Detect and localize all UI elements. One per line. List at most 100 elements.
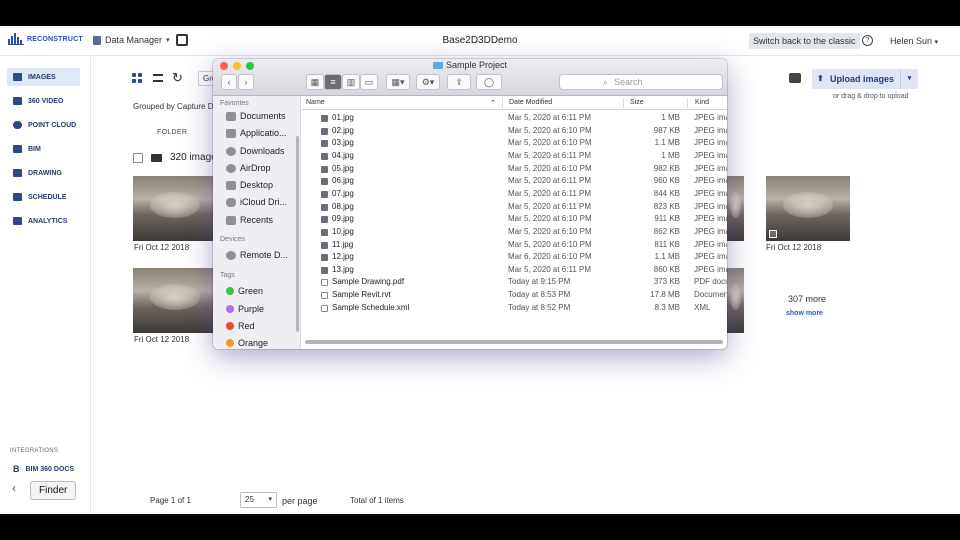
- upload-images-button[interactable]: Upload images ▾: [812, 69, 918, 89]
- file-date: Mar 5, 2020 at 6:11 PM: [508, 188, 592, 198]
- sidebar-item-airdrop[interactable]: AirDrop: [226, 163, 271, 173]
- list-view-button[interactable]: ≡: [324, 74, 342, 90]
- sidebar-item-schedule[interactable]: SCHEDULE: [7, 188, 80, 206]
- icon-view-button[interactable]: ▦: [306, 74, 324, 90]
- list-view-icon[interactable]: [153, 74, 163, 82]
- page-indicator: Page 1 of 1: [150, 496, 191, 505]
- integrations-heading: INTEGRATIONS: [10, 448, 59, 454]
- image-thumbnail[interactable]: [133, 176, 217, 241]
- column-view-button[interactable]: ▥: [342, 74, 360, 90]
- document-file-icon: [321, 304, 328, 312]
- tags-heading: Tags: [220, 272, 235, 279]
- file-date: Mar 5, 2020 at 6:11 PM: [508, 201, 592, 211]
- file-row[interactable]: 05.jpg Mar 5, 2020 at 6:10 PM 982 KB JPEG i…: [302, 163, 727, 176]
- file-row[interactable]: 02.jpg Mar 5, 2020 at 6:10 PM 987 KB JPEG i…: [302, 125, 727, 138]
- sidebar-item-downloads[interactable]: Downloads: [226, 146, 285, 156]
- share-icon[interactable]: ⇪: [447, 74, 471, 90]
- file-row[interactable]: 01.jpg Mar 5, 2020 at 6:11 PM 1 MB JPEG ima: [302, 112, 727, 125]
- sidebar-item-icloud[interactable]: iCloud Dri...: [226, 197, 287, 207]
- file-size: 17.8 MB: [650, 290, 680, 300]
- sidebar-item-remote-disc[interactable]: Remote D...: [226, 250, 288, 260]
- drawing-icon: [13, 169, 22, 177]
- column-header-size[interactable]: Size: [630, 99, 644, 106]
- file-row[interactable]: 07.jpg Mar 5, 2020 at 6:11 PM 844 KB JPEG i…: [302, 188, 727, 201]
- file-size: 960 KB: [653, 176, 680, 186]
- sidebar-item-bim[interactable]: BIM: [7, 140, 80, 158]
- cloud-icon: [226, 197, 236, 207]
- finder-search-input[interactable]: Search: [559, 74, 723, 90]
- help-icon[interactable]: ?: [862, 35, 873, 46]
- folder-checkbox[interactable]: [133, 152, 143, 163]
- forward-button[interactable]: ›: [238, 74, 254, 90]
- sidebar-item-point-cloud[interactable]: POINT CLOUD: [7, 116, 80, 134]
- image-thumbnail[interactable]: [766, 176, 850, 241]
- file-row[interactable]: 04.jpg Mar 5, 2020 at 6:11 PM 1 MB JPEG ima: [302, 150, 727, 163]
- file-row[interactable]: 08.jpg Mar 5, 2020 at 6:11 PM 823 KB JPEG i…: [302, 201, 727, 214]
- horizontal-scrollbar[interactable]: [305, 340, 723, 344]
- file-name: 08.jpg: [332, 201, 354, 211]
- grid-view-icon[interactable]: [132, 73, 142, 83]
- group-button[interactable]: ▦▾: [386, 74, 410, 90]
- image-thumbnail[interactable]: [133, 268, 217, 333]
- thumbnail-checkbox[interactable]: [769, 230, 777, 238]
- sidebar-item-label: Applicatio...: [240, 128, 287, 138]
- gallery-view-button[interactable]: ▭: [360, 74, 378, 90]
- image-thumbnail[interactable]: [727, 268, 744, 333]
- show-more-link[interactable]: show more: [786, 310, 823, 317]
- file-row[interactable]: 03.jpg Mar 5, 2020 at 6:10 PM 1.1 MB JPEG i…: [302, 137, 727, 150]
- app-screen: RECONSTRUCT Data Manager ▾ Base2D3DDemo …: [0, 26, 960, 514]
- sidebar-item-tag-red[interactable]: Red: [226, 321, 255, 331]
- sidebar-item-label: DRAWING: [28, 169, 62, 177]
- sidebar-item-tag-purple[interactable]: Purple: [226, 304, 264, 314]
- sidebar-item-applications[interactable]: Applicatio...: [226, 128, 287, 138]
- file-kind: XML: [694, 302, 711, 312]
- file-name: 10.jpg: [332, 226, 354, 236]
- column-header-date[interactable]: Date Modified: [509, 99, 552, 106]
- file-row[interactable]: 10.jpg Mar 5, 2020 at 6:10 PM 862 KB JPEG i…: [302, 226, 727, 239]
- finder-window[interactable]: Sample Project ‹ › ▦ ≡ ▥ ▭ ▦▾ ⚙▾ ⇪ ◯ Sea…: [213, 59, 727, 349]
- file-row[interactable]: 06.jpg Mar 5, 2020 at 6:11 PM 960 KB JPEG i…: [302, 175, 727, 188]
- per-page-select[interactable]: 25: [240, 492, 277, 508]
- user-menu[interactable]: Helen Sun ▾: [890, 36, 938, 46]
- file-size: 811 KB: [654, 239, 680, 249]
- sidebar-item-images[interactable]: IMAGES: [7, 68, 80, 86]
- camera-icon[interactable]: [789, 73, 801, 83]
- image-thumbnail[interactable]: [727, 176, 744, 241]
- file-row[interactable]: 11.jpg Mar 5, 2020 at 6:10 PM 811 KB JPEG i…: [302, 239, 727, 252]
- refresh-icon[interactable]: ↻: [172, 70, 183, 86]
- sidebar-item-tag-orange[interactable]: Orange: [226, 338, 268, 348]
- sidebar-item-bim360-docs[interactable]: B BIM 360 DOCS: [13, 464, 74, 474]
- file-kind: PDF docu: [694, 277, 727, 287]
- collapse-sidebar-icon[interactable]: ‹: [12, 481, 16, 495]
- sort-chevron-icon: ⌃: [490, 100, 496, 107]
- column-header-kind[interactable]: Kind: [695, 99, 709, 106]
- video-icon: [13, 97, 22, 105]
- file-row[interactable]: Sample Revit.rvt Today at 8:53 PM 17.8 MB D…: [302, 289, 727, 302]
- file-row[interactable]: 13.jpg Mar 5, 2020 at 6:11 PM 860 KB JPEG i…: [302, 264, 727, 277]
- sidebar-scrollbar[interactable]: [296, 136, 299, 332]
- sidebar-item-recents[interactable]: Recents: [226, 215, 273, 225]
- tag-icon[interactable]: ◯: [476, 74, 502, 90]
- bim-icon: [13, 145, 22, 153]
- user-name: Helen Sun: [890, 36, 933, 46]
- back-button[interactable]: ‹: [221, 74, 237, 90]
- image-file-icon: [321, 241, 328, 249]
- action-gear-icon[interactable]: ⚙▾: [416, 74, 440, 90]
- upload-dropdown-icon[interactable]: ▾: [900, 69, 918, 89]
- file-row[interactable]: 09.jpg Mar 5, 2020 at 6:10 PM 911 KB JPEG i…: [302, 213, 727, 226]
- sidebar-item-desktop[interactable]: Desktop: [226, 180, 273, 190]
- sidebar-item-documents[interactable]: Documents: [226, 111, 286, 121]
- file-row[interactable]: 12.jpg Mar 6, 2020 at 6:10 PM 1.1 MB JPEG i…: [302, 251, 727, 264]
- file-kind: JPEG ima: [694, 252, 727, 262]
- top-bar: RECONSTRUCT Data Manager ▾ Base2D3DDemo …: [0, 26, 960, 56]
- switch-classic-button[interactable]: Switch back to the classic: [749, 33, 860, 49]
- sidebar-item-analytics[interactable]: ANALYTICS: [7, 212, 80, 230]
- folder-row[interactable]: 320 images: [133, 152, 222, 163]
- sidebar-item-tag-green[interactable]: Green: [226, 286, 263, 296]
- column-header-name[interactable]: Name: [306, 99, 325, 106]
- sidebar-item-drawing[interactable]: DRAWING: [7, 164, 80, 182]
- file-row[interactable]: Sample Drawing.pdf Today at 9:15 PM 373 KB…: [302, 276, 727, 289]
- sidebar-item-360-video[interactable]: 360 VIDEO: [7, 92, 80, 110]
- file-row[interactable]: Sample Schedule.xml Today at 8:52 PM 8.3 M…: [302, 302, 727, 315]
- file-date: Mar 6, 2020 at 6:10 PM: [508, 252, 592, 262]
